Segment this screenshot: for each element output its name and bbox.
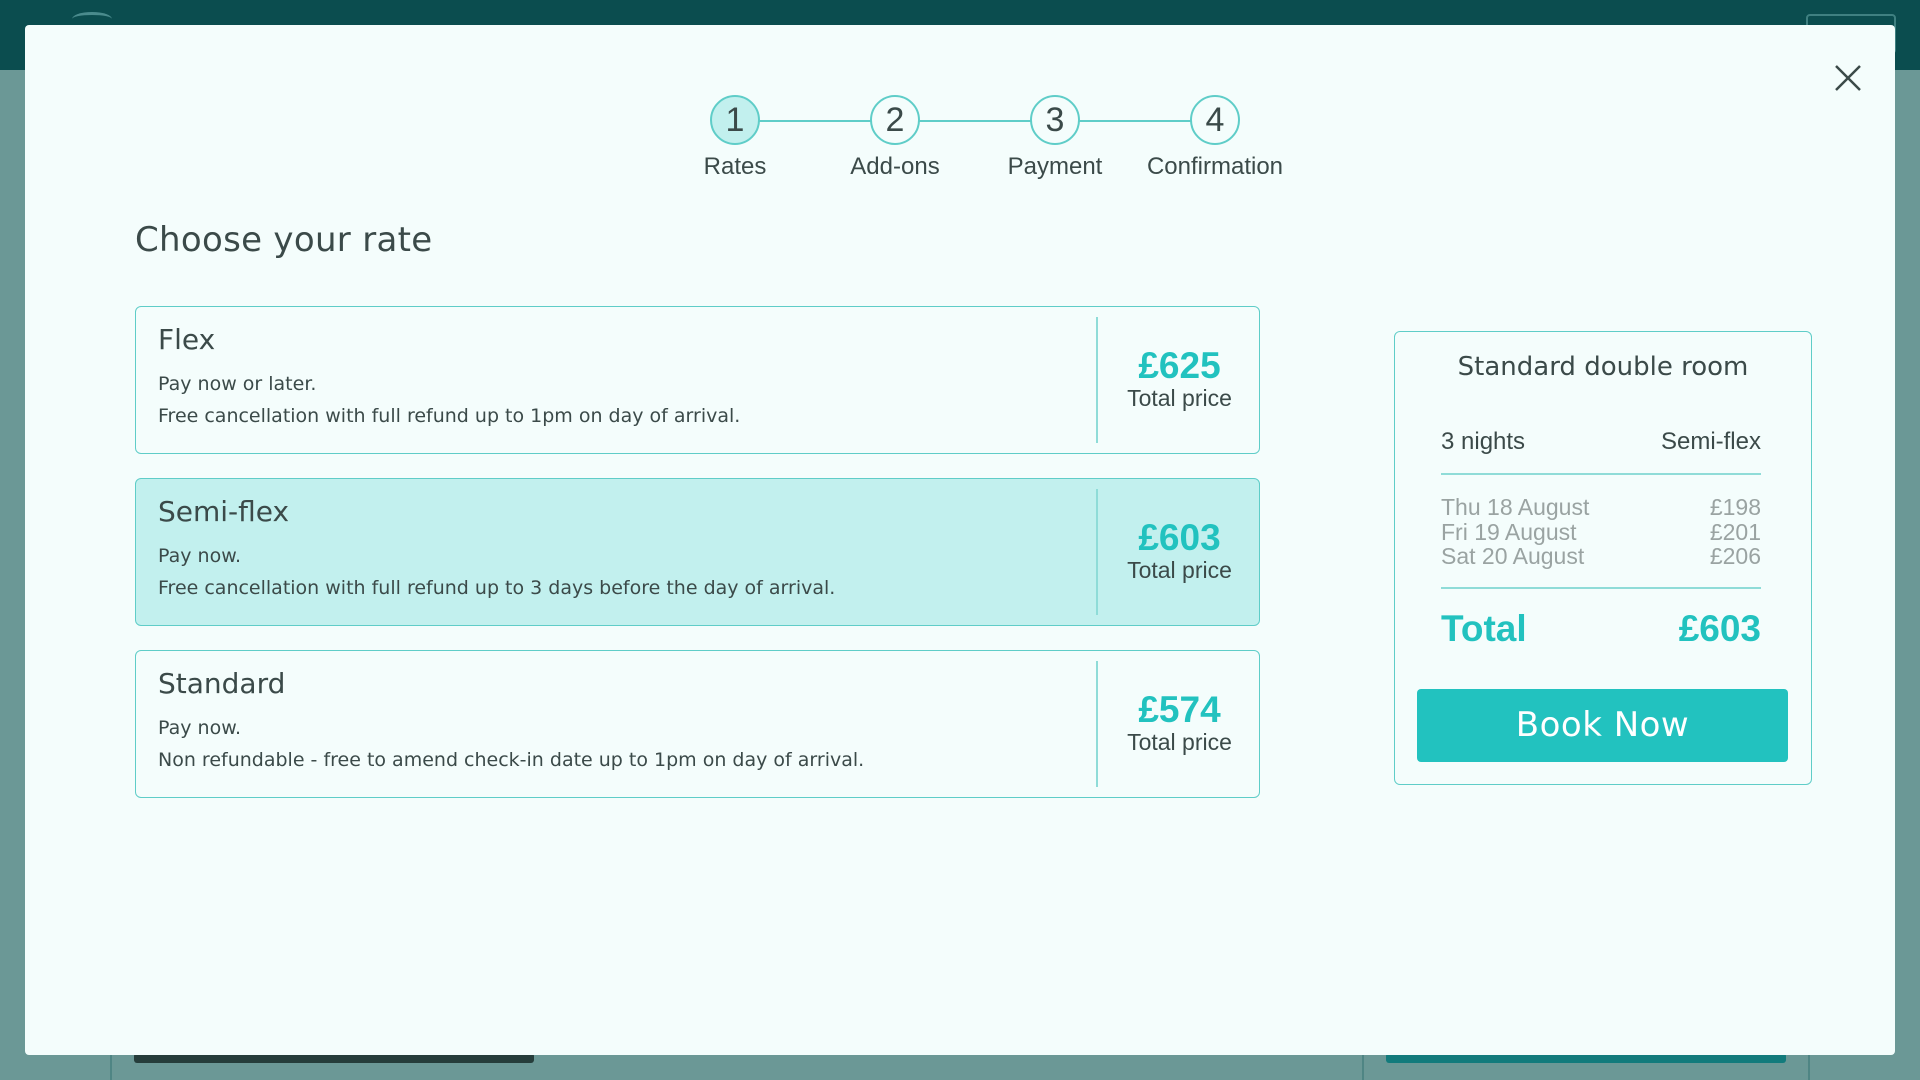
step-label: Confirmation	[1146, 153, 1284, 180]
rate-cancellation-terms: Non refundable - free to amend check-in …	[158, 749, 865, 771]
step-number: 4	[1190, 95, 1240, 145]
rate-price-label: Total price	[1127, 385, 1232, 411]
step-number: 1	[710, 95, 760, 145]
rate-modal: 1 Rates 2 Add-ons 3 Payment 4 Confirmati…	[25, 25, 1895, 1055]
selected-rate: Semi-flex	[1660, 428, 1761, 455]
rate-payment-terms: Pay now.	[158, 717, 242, 739]
step-label: Add-ons	[850, 153, 940, 180]
booking-stepper: 1 Rates 2 Add-ons 3 Payment 4 Confirmati…	[655, 95, 1295, 205]
night-date: Fri 19 August	[1441, 519, 1577, 545]
rate-price: £625	[1138, 345, 1221, 386]
step-rates[interactable]: 1 Rates	[655, 95, 815, 181]
rate-option-semi-flex[interactable]: Semi-flex Pay now. Free cancellation wit…	[135, 478, 1260, 626]
close-button[interactable]	[1825, 55, 1871, 101]
rate-option-flex[interactable]: Flex Pay now or later. Free cancellation…	[135, 306, 1260, 454]
total-label: Total	[1441, 608, 1527, 649]
rate-cancellation-terms: Free cancellation with full refund up to…	[158, 577, 836, 599]
night-price: £206	[1709, 543, 1761, 569]
room-title: Standard double room	[1457, 352, 1749, 382]
rate-price: £603	[1138, 517, 1221, 558]
step-confirmation[interactable]: 4 Confirmation	[1135, 95, 1295, 181]
page-title: Choose your rate	[135, 220, 433, 260]
rate-price: £574	[1138, 689, 1221, 730]
rate-payment-terms: Pay now.	[158, 545, 242, 567]
booking-summary: Standard double room 3 nights Semi-flex …	[1394, 331, 1812, 785]
divider	[1441, 473, 1761, 475]
rate-title: Standard	[158, 667, 286, 700]
rate-price-label: Total price	[1127, 557, 1232, 583]
rate-title: Flex	[158, 323, 216, 356]
step-label: Payment	[1007, 153, 1103, 180]
night-price: £198	[1709, 494, 1761, 520]
step-number: 3	[1030, 95, 1080, 145]
night-price: £201	[1709, 519, 1761, 545]
total-value: £603	[1678, 608, 1761, 649]
rate-price-label: Total price	[1127, 729, 1232, 755]
close-icon	[1835, 65, 1861, 91]
night-date: Thu 18 August	[1441, 494, 1590, 520]
step-payment[interactable]: 3 Payment	[975, 95, 1135, 181]
rate-cancellation-terms: Free cancellation with full refund up to…	[158, 405, 741, 427]
rate-title: Semi-flex	[158, 495, 290, 528]
step-number: 2	[870, 95, 920, 145]
rate-option-standard[interactable]: Standard Pay now. Non refundable - free …	[135, 650, 1260, 798]
step-add-ons[interactable]: 2 Add-ons	[815, 95, 975, 181]
logo	[72, 12, 112, 26]
rate-payment-terms: Pay now or later.	[158, 373, 317, 395]
book-now-button[interactable]: Book Now	[1417, 689, 1788, 762]
divider	[1441, 587, 1761, 589]
step-label: Rates	[703, 153, 767, 180]
night-date: Sat 20 August	[1441, 543, 1585, 569]
nights-count: 3 nights	[1441, 428, 1526, 455]
